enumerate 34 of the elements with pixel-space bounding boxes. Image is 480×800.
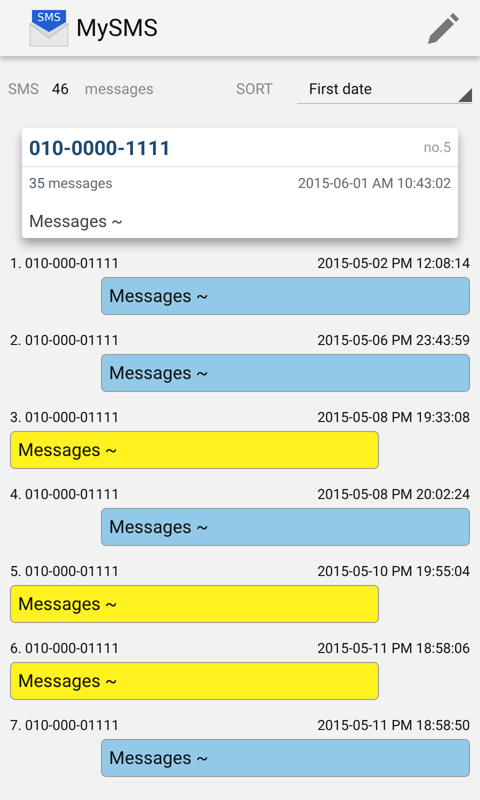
message-bubble[interactable]: Messages ~ bbox=[101, 508, 470, 546]
contact-card[interactable]: 010-0000-1111 no.5 35 messages 2015-06-01 AM 10:43:02 Messages ~ bbox=[22, 128, 458, 238]
message-date: 2015-05-11 PM 18:58:06 bbox=[317, 641, 470, 657]
message-date: 2015-05-02 PM 12:08:14 bbox=[317, 256, 470, 272]
contact-index: no.5 bbox=[424, 140, 451, 156]
sender-number: 7. 010-000-01111 bbox=[10, 718, 120, 734]
phone-number: 010-0000-1111 bbox=[29, 136, 171, 160]
message-date: 2015-06-01 AM 10:43:02 bbox=[298, 176, 451, 192]
message-count: 46 bbox=[52, 80, 69, 98]
message-bubble[interactable]: Messages ~ bbox=[10, 662, 379, 700]
message-bubble[interactable]: Messages ~ bbox=[10, 585, 379, 623]
app-title: MySMS bbox=[76, 14, 159, 42]
sender-number: 2. 010-000-01111 bbox=[10, 333, 120, 349]
sort-label: SORT bbox=[236, 80, 273, 98]
sender-number: 6. 010-000-01111 bbox=[10, 641, 120, 657]
message-bubble[interactable]: Messages ~ bbox=[101, 277, 470, 315]
message-count-text: 35 messages bbox=[29, 176, 113, 192]
sort-dropdown[interactable]: First date bbox=[297, 74, 472, 104]
message-bubble[interactable]: Messages ~ bbox=[101, 354, 470, 392]
message-preview: Messages ~ bbox=[28, 211, 124, 234]
message-date: 2015-05-08 PM 19:33:08 bbox=[317, 410, 470, 426]
message-date: 2015-05-11 PM 18:58:50 bbox=[317, 718, 470, 734]
sender-number: 5. 010-000-01111 bbox=[10, 564, 120, 580]
message-date: 2015-05-08 PM 20:02:24 bbox=[317, 487, 470, 503]
message-bubble[interactable]: Messages ~ bbox=[101, 739, 470, 777]
message-bubble[interactable]: Messages ~ bbox=[10, 431, 379, 469]
message-date: 2015-05-06 PM 23:43:59 bbox=[317, 333, 470, 349]
sms-label: SMS bbox=[8, 80, 39, 98]
message-date: 2015-05-10 PM 19:55:04 bbox=[317, 564, 470, 580]
sender-number: 4. 010-000-01111 bbox=[10, 487, 120, 503]
sender-number: 1. 010-000-01111 bbox=[10, 256, 120, 272]
sender-number: 3. 010-000-01111 bbox=[10, 410, 120, 426]
messages-label: messages bbox=[84, 80, 154, 98]
dropdown-arrow-icon bbox=[458, 88, 472, 102]
